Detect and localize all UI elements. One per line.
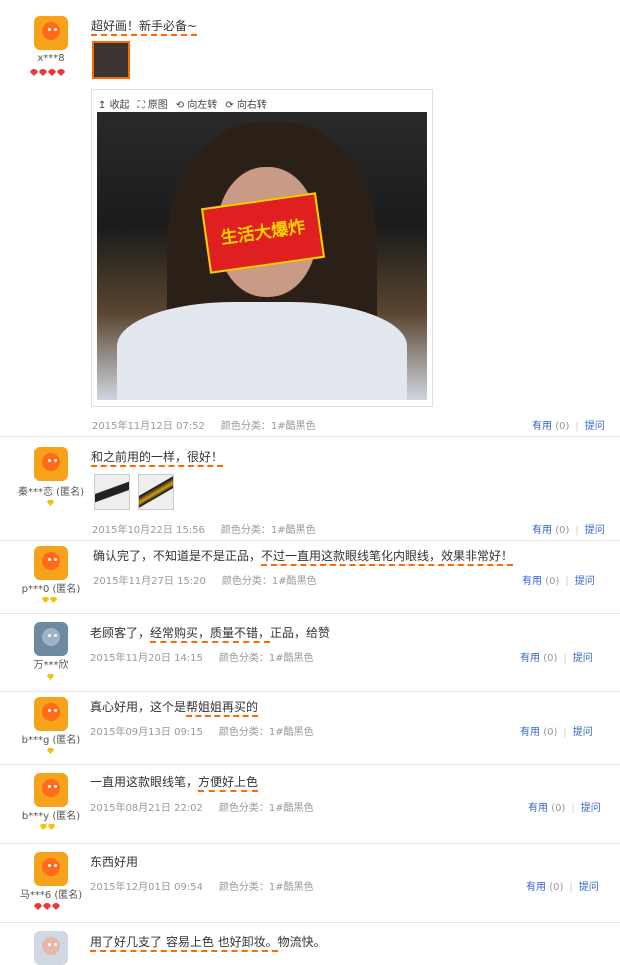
review-text: 东西好用	[90, 855, 139, 869]
ask-link[interactable]: 提问	[575, 576, 595, 587]
user-level-badge	[30, 69, 65, 76]
useful-link[interactable]: 有用	[520, 653, 540, 664]
user-level-badge	[47, 500, 54, 506]
avatar[interactable]	[34, 447, 68, 481]
review-username: 秦***恋 (匿名)	[18, 487, 84, 498]
original-size-button[interactable]: ⛶ 原图	[138, 96, 168, 111]
review-item: 马***6 (匿名) 东西好用 2015年12月01日 09:54 颜色分类：1#…	[0, 844, 620, 923]
user-level-badge	[40, 824, 55, 830]
review-username: p***0 (匿名)	[21, 584, 81, 595]
review-actions: 有用 (0) | 提问	[532, 421, 605, 432]
review-item: b***g (匿名) 真心好用，这个是帮姐姐再买的 2015年09月13日 09…	[0, 692, 620, 765]
review-actions: 有用 (0) | 提问	[528, 803, 601, 814]
review-photo-large[interactable]: 生活大爆炸	[97, 112, 427, 400]
review-meta: 2015年10月22日 15:56 颜色分类：1#酷黑色	[92, 525, 316, 536]
ask-link[interactable]: 提问	[573, 653, 593, 664]
review-meta: 2015年11月20日 14:15 颜色分类：1#酷黑色	[90, 653, 314, 664]
collapse-button[interactable]: ↥ 收起	[98, 96, 130, 111]
avatar[interactable]	[34, 622, 68, 656]
rotate-right-button[interactable]: ⟳ 向右转	[225, 96, 267, 111]
review-text: 用了好几支了 容易上色 也好卸妆。物流快。	[90, 933, 326, 952]
review-username: b***y (匿名)	[21, 811, 81, 822]
avatar[interactable]	[34, 852, 68, 886]
review-actions: 有用 (0) | 提问	[532, 525, 605, 536]
review-meta: 2015年09月13日 09:15 颜色分类：1#酷黑色	[90, 727, 314, 738]
useful-link[interactable]: 有用	[522, 576, 542, 587]
review-photo-thumbnail[interactable]	[94, 474, 130, 510]
review-text: 确认完了，不知道是不是正品，不过一直用这款眼线笔化内眼线，效果非常好！	[93, 547, 514, 566]
useful-link[interactable]: 有用	[520, 727, 540, 738]
user-level-badge	[34, 903, 60, 910]
review-text: 和之前用的一样，很好！	[91, 448, 224, 467]
avatar[interactable]	[34, 546, 68, 580]
useful-link[interactable]: 有用	[532, 525, 552, 536]
user-level-badge	[47, 748, 54, 754]
review-photo-thumbnail[interactable]	[92, 41, 130, 79]
review-item: 用了好几支了 容易上色 也好卸妆。物流快。	[0, 923, 620, 965]
ask-link[interactable]: 提问	[585, 525, 605, 536]
review-actions: 有用 (0) | 提问	[520, 727, 593, 738]
ask-link[interactable]: 提问	[581, 803, 601, 814]
user-level-badge	[42, 597, 57, 603]
image-viewer-toolbar: ↥ 收起 ⛶ 原图 ⟲ 向左转 ⟳ 向右转	[98, 96, 267, 111]
avatar[interactable]	[34, 697, 68, 731]
useful-link[interactable]: 有用	[532, 421, 552, 432]
review-photo-thumbnail[interactable]	[138, 474, 174, 510]
review-meta: 2015年11月27日 15:20 颜色分类：1#酷黑色	[93, 576, 317, 587]
review-item: 秦***恋 (匿名) 和之前用的一样，很好！ 2015年10月22日 15:56…	[0, 437, 620, 541]
review-actions: 有用 (0) | 提问	[522, 576, 595, 587]
review-text: 真心好用，这个是帮姐姐再买的	[90, 698, 259, 717]
ask-link[interactable]: 提问	[585, 421, 605, 432]
useful-link[interactable]: 有用	[528, 803, 548, 814]
review-meta: 2015年08月21日 22:02 颜色分类：1#酷黑色	[90, 803, 314, 814]
review-text: 一直用这款眼线笔，方便好上色	[90, 773, 259, 792]
review-meta: 2015年12月01日 09:54 颜色分类：1#酷黑色	[90, 882, 314, 893]
avatar[interactable]	[34, 773, 68, 807]
review-text: 超好画！新手必备~	[91, 17, 198, 36]
review-username: b***g (匿名)	[21, 735, 81, 746]
review-username: 万***欣	[33, 660, 69, 671]
avatar[interactable]	[34, 16, 68, 50]
useful-link[interactable]: 有用	[526, 882, 546, 893]
ask-link[interactable]: 提问	[579, 882, 599, 893]
review-meta: 2015年11月12日 07:52 颜色分类：1#酷黑色	[92, 421, 316, 432]
review-username: x***8	[37, 53, 65, 64]
review-actions: 有用 (0) | 提问	[520, 653, 593, 664]
review-item: p***0 (匿名) 确认完了，不知道是不是正品，不过一直用这款眼线笔化内眼线，…	[0, 541, 620, 614]
ask-link[interactable]: 提问	[573, 727, 593, 738]
rotate-left-button[interactable]: ⟲ 向左转	[176, 96, 218, 111]
review-actions: 有用 (0) | 提问	[526, 882, 599, 893]
review-item: b***y (匿名) 一直用这款眼线笔，方便好上色 2015年08月21日 22…	[0, 765, 620, 844]
user-level-badge	[47, 674, 54, 680]
image-viewer: ↥ 收起 ⛶ 原图 ⟲ 向左转 ⟳ 向右转 生活大爆炸	[91, 89, 433, 407]
review-item: 万***欣 老顾客了，经常购买，质量不错，正品，给赞 2015年11月20日 1…	[0, 614, 620, 692]
review-item: x***8 超好画！新手必备~ ↥ 收起 ⛶ 原图 ⟲ 向左转 ⟳ 向右转 生活…	[0, 0, 620, 437]
review-text: 老顾客了，经常购买，质量不错，正品，给赞	[90, 624, 330, 643]
review-username: 马***6 (匿名)	[19, 890, 83, 901]
